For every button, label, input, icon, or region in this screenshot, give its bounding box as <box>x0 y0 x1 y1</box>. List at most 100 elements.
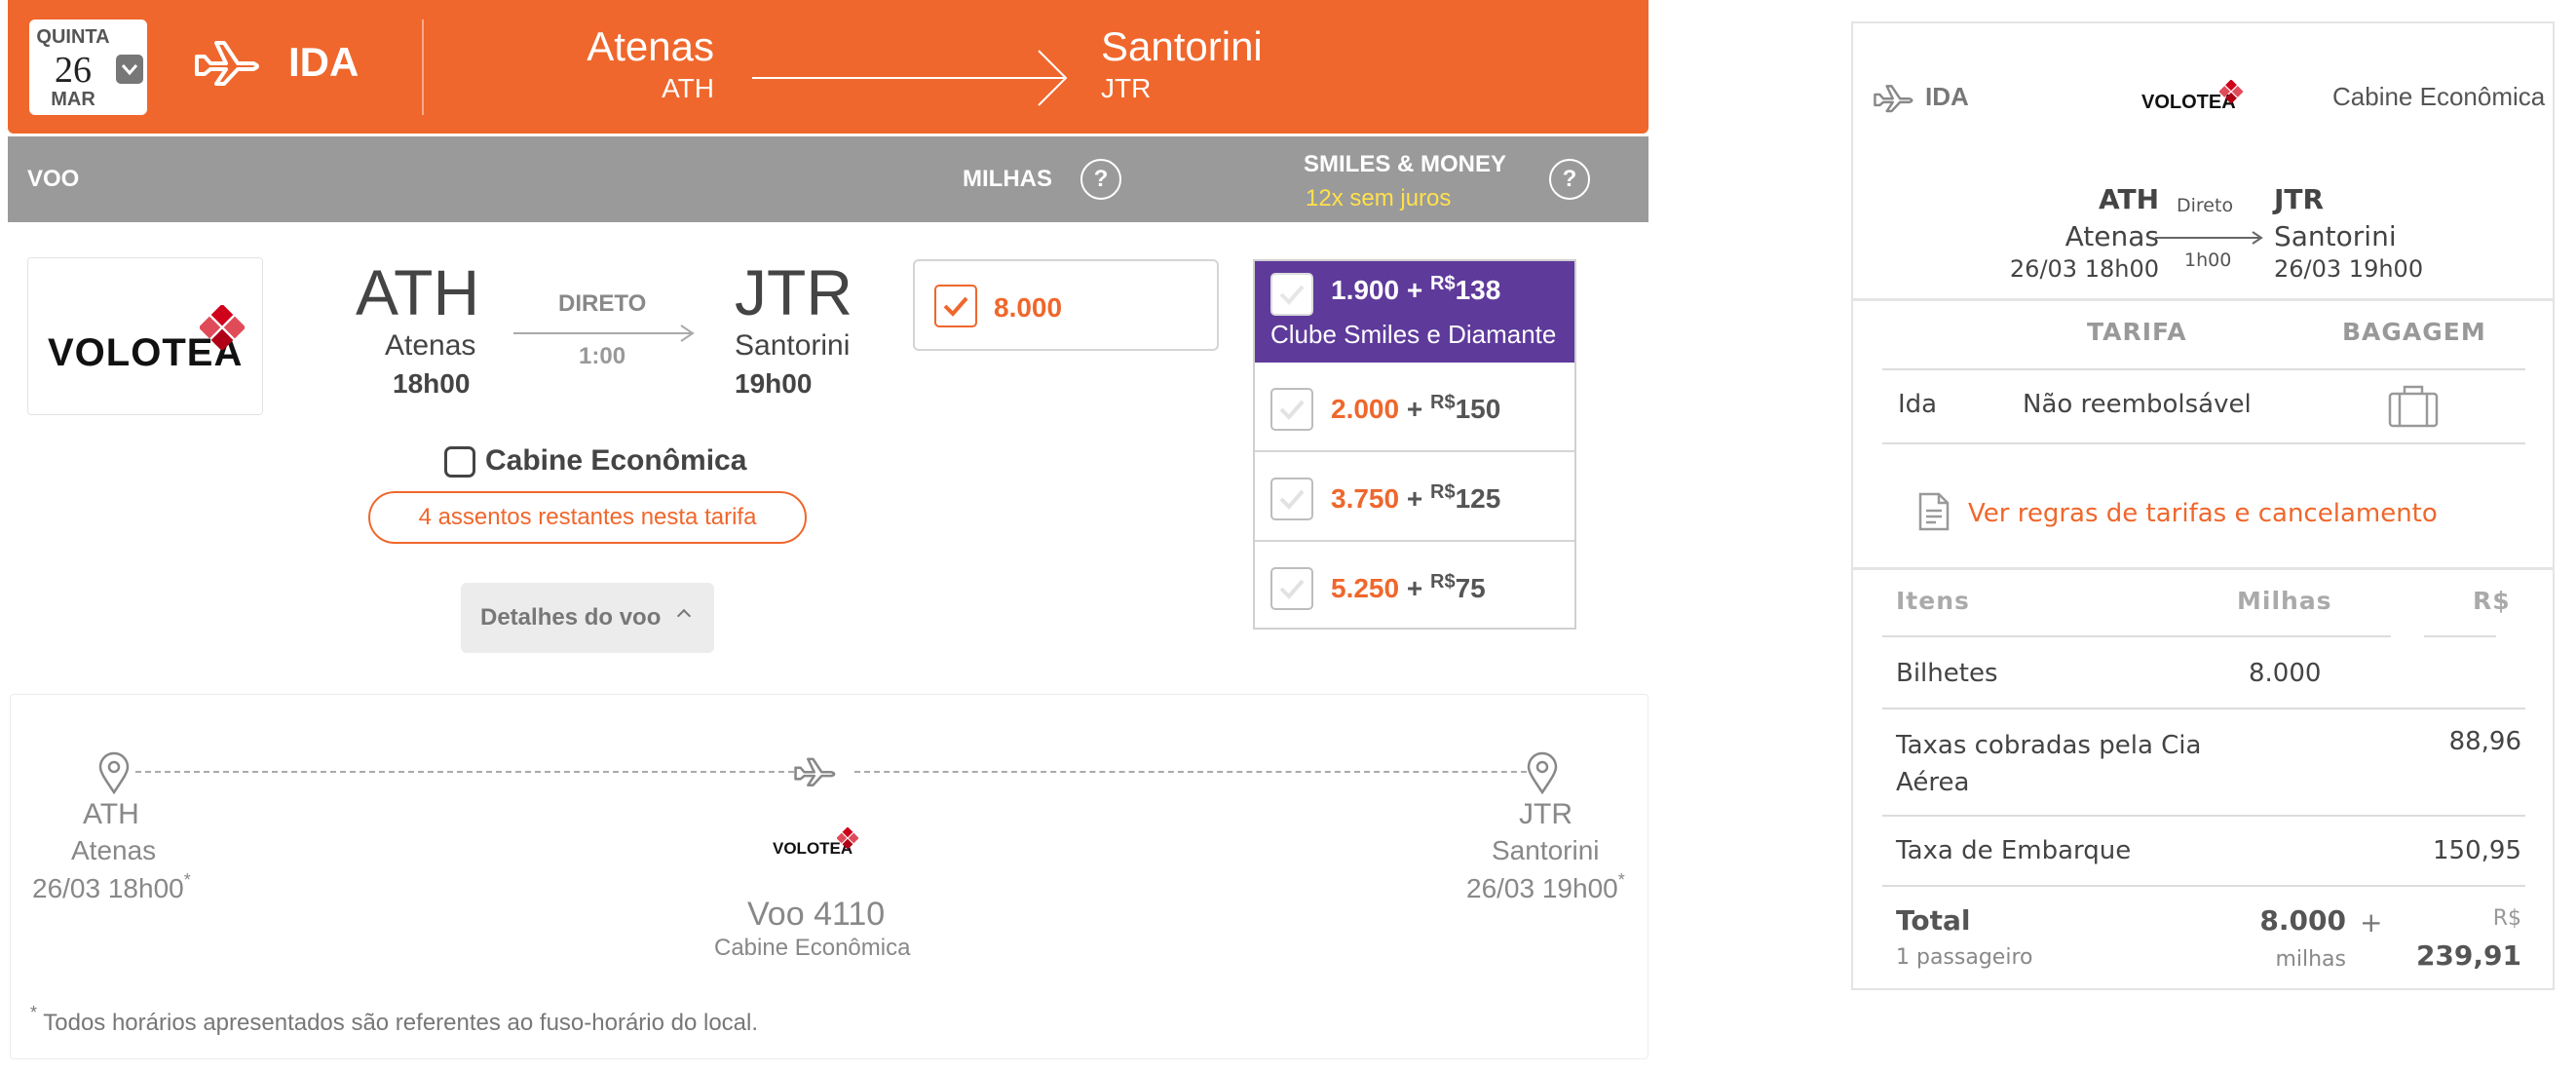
column-voo: VOO <box>27 166 80 192</box>
itinerary-arrival: 26/03 19h00* <box>1466 870 1625 903</box>
boarding-fee-label: Taxa de Embarque <box>1896 836 2132 865</box>
summary-destination-city: Santorini <box>2274 220 2397 252</box>
plus-sign: + <box>2360 906 2383 938</box>
smiles-money-installments: 12x sem juros <box>1306 185 1452 211</box>
option-price: 3.750 + R$125 <box>1331 481 1501 514</box>
itinerary-departure: 26/03 18h00* <box>32 870 191 903</box>
divider <box>1882 635 2391 637</box>
volotea-mark-icon <box>836 826 859 854</box>
option-price: 5.250 + R$75 <box>1331 571 1486 603</box>
flight-details-label: Detalhes do voo <box>480 604 662 631</box>
fare-rules-link[interactable]: Ver regras de tarifas e cancelamento <box>1968 499 2438 528</box>
milhas-fare-option[interactable]: 8.000 <box>913 259 1219 351</box>
smiles-money-option[interactable]: 5.250 + R$75 <box>1255 542 1574 632</box>
destination-code: JTR <box>1101 73 1152 103</box>
flight-destination-city: Santorini <box>735 329 851 362</box>
option-checkbox[interactable] <box>1270 388 1313 431</box>
airline-fees-label: Taxas cobradas pela Cia Aérea <box>1896 731 2202 797</box>
suitcase-icon <box>2387 384 2440 434</box>
summary-origin-city: Atenas <box>2065 220 2159 252</box>
summary-cabin: Cabine Econômica <box>2332 82 2546 111</box>
boarding-fee-value: 150,95 <box>2433 836 2521 865</box>
volotea-mark-icon <box>198 303 246 355</box>
volotea-mark-icon <box>2218 79 2244 108</box>
flight-departure-time: 18h00 <box>393 368 471 399</box>
passenger-count: 1 passageiro <box>1896 945 2033 970</box>
summary-direction: IDA <box>1925 82 1969 111</box>
summary-departure: 26/03 18h00 <box>2009 255 2159 283</box>
divider <box>2424 635 2496 637</box>
fare-header: TARIFA <box>2087 318 2187 346</box>
smiles-money-options: 1.900 + R$138 Clube Smiles e Diamante 2.… <box>1253 259 1576 630</box>
divider <box>422 19 424 115</box>
airline-fees-value: 88,96 <box>2448 727 2521 756</box>
divider <box>1882 815 2525 817</box>
option-checkbox[interactable] <box>1270 273 1313 316</box>
columns-header: VOO MILHAS ? SMILES & MONEY 12x sem juro… <box>8 136 1648 222</box>
itinerary-origin-code: ATH <box>83 798 139 830</box>
fare-row-label: Ida <box>1898 390 1938 419</box>
column-smiles-money: SMILES & MONEY <box>1304 151 1507 177</box>
origin-city: Atenas <box>587 23 714 69</box>
flight-arrival-time: 19h00 <box>735 368 813 399</box>
summary-arrival: 26/03 19h00 <box>2274 255 2424 283</box>
timezone-note: * Todos horários apresentados são refere… <box>30 1003 759 1036</box>
flight-stop-label: DIRETO <box>558 290 647 317</box>
flight-itinerary-details: ATH Atenas 26/03 18h00* VOLOTEA Voo 4110… <box>10 694 1648 1059</box>
date-day: 26 <box>55 50 92 91</box>
flight-number: Voo 4110 <box>747 896 886 933</box>
route-line <box>135 771 794 773</box>
flight-destination-code: JTR <box>735 256 852 328</box>
option-checkbox[interactable] <box>1270 567 1313 610</box>
divider <box>1882 708 2525 709</box>
destination-city: Santorini <box>1101 23 1263 69</box>
smiles-money-help-icon[interactable]: ? <box>1549 159 1590 200</box>
flight-header-bar: QUINTA 26 MAR IDA Atenas ATH Santorini J… <box>8 0 1648 134</box>
brl-header: R$ <box>2473 587 2511 615</box>
total-brl: 239,91 <box>2415 939 2521 972</box>
summary-stop-label: Direto <box>2177 195 2234 216</box>
divider <box>1882 368 2525 370</box>
document-icon <box>1917 491 1951 537</box>
flight-origin-city: Atenas <box>385 329 476 362</box>
club-smiles-label: Clube Smiles e Diamante <box>1270 320 1557 349</box>
summary-destination-code: JTR <box>2274 183 2325 215</box>
smiles-money-option[interactable]: 1.900 + R$138 Clube Smiles e Diamante <box>1255 261 1574 363</box>
flight-duration: 1:00 <box>579 343 626 369</box>
divider <box>1853 567 2553 570</box>
milhas-checkbox[interactable] <box>934 285 977 327</box>
airline-logo: VOLOTEA <box>27 257 263 415</box>
column-milhas: MILHAS <box>963 166 1052 192</box>
fare-refund-policy: Não reembolsável <box>2023 390 2252 419</box>
option-price: 2.000 + R$150 <box>1331 392 1501 424</box>
baggage-header: BAGAGEM <box>2342 318 2486 346</box>
summary-duration: 1h00 <box>2184 249 2232 271</box>
itinerary-cabin: Cabine Econômica <box>714 935 911 961</box>
cabin-class: Cabine Econômica <box>485 444 747 477</box>
divider <box>1853 298 2553 301</box>
divider <box>1882 885 2525 887</box>
route-arrow-icon <box>2153 230 2264 250</box>
route-arrow-icon <box>750 49 1072 112</box>
option-checkbox[interactable] <box>1270 478 1313 520</box>
total-miles: 8.000 <box>2259 904 2346 937</box>
chevron-up-icon <box>676 608 692 624</box>
smiles-money-option[interactable]: 3.750 + R$125 <box>1255 452 1574 542</box>
airplane-icon <box>793 753 838 793</box>
summary-origin-code: ATH <box>2098 183 2159 215</box>
date-selector[interactable]: QUINTA 26 MAR <box>29 19 147 115</box>
total-miles-unit: milhas <box>2275 947 2346 972</box>
direction-label: IDA <box>288 39 360 85</box>
divider <box>1882 442 2525 444</box>
flight-details-button[interactable]: Detalhes do voo <box>461 583 714 653</box>
flight-origin-code: ATH <box>356 256 480 328</box>
seats-remaining-badge: 4 assentos restantes nesta tarifa <box>368 491 807 544</box>
milhas-value: 8.000 <box>994 292 1063 323</box>
location-pin-icon <box>1525 751 1560 799</box>
airplane-icon <box>193 37 263 91</box>
milhas-help-icon[interactable]: ? <box>1080 159 1121 200</box>
itinerary-origin-city: Atenas <box>71 835 157 865</box>
date-weekday: QUINTA <box>36 26 110 48</box>
chevron-down-icon[interactable] <box>116 55 143 84</box>
smiles-money-option[interactable]: 2.000 + R$150 <box>1255 363 1574 452</box>
